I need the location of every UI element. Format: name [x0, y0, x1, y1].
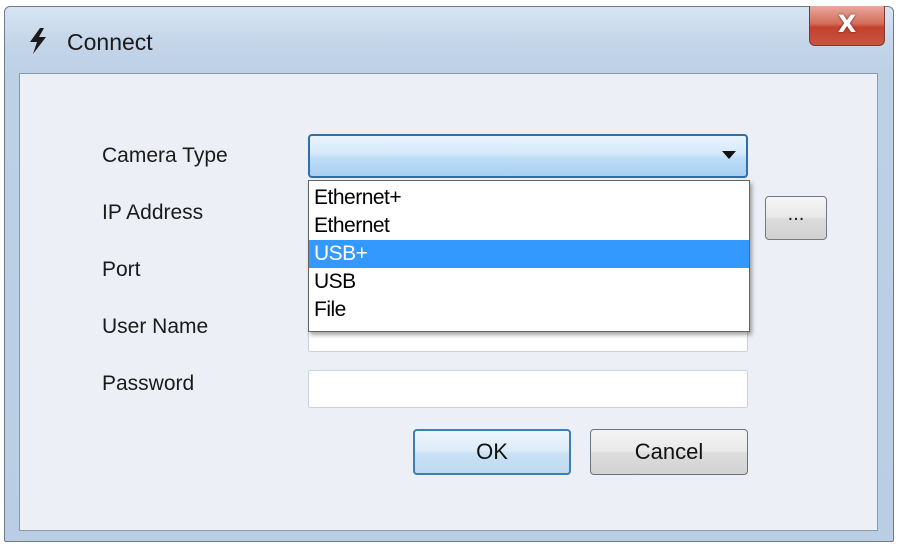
dropdown-option-file[interactable]: File	[309, 296, 749, 324]
lightning-icon	[30, 28, 46, 54]
dropdown-option-usb-plus[interactable]: USB+	[309, 240, 749, 268]
password-field[interactable]	[308, 370, 748, 408]
dropdown-option-ethernet-plus[interactable]: Ethernet+	[309, 184, 749, 212]
port-label: Port	[102, 258, 141, 281]
cancel-button[interactable]: Cancel	[590, 429, 748, 475]
camera-type-select[interactable]	[308, 134, 748, 178]
connect-dialog: Connect X Camera Type IP Address Port Us…	[4, 6, 894, 542]
chevron-down-icon[interactable]	[722, 151, 736, 159]
dropdown-option-usb[interactable]: USB	[309, 268, 749, 296]
dropdown-option-ethernet[interactable]: Ethernet	[309, 212, 749, 240]
browse-button[interactable]: ...	[765, 196, 827, 240]
password-label: Password	[102, 372, 195, 395]
dialog-body: Camera Type IP Address Port User Name Pa…	[19, 73, 878, 531]
user-name-label: User Name	[102, 315, 209, 338]
title-bar[interactable]: Connect X	[5, 6, 893, 73]
camera-type-label: Camera Type	[102, 144, 228, 167]
ip-address-label: IP Address	[102, 201, 204, 224]
close-button[interactable]: X	[809, 6, 885, 46]
browse-label: ...	[787, 203, 805, 225]
camera-type-dropdown-list: Ethernet+ Ethernet USB+ USB File	[308, 180, 750, 332]
window-title: Connect	[67, 29, 153, 55]
ok-button[interactable]: OK	[413, 429, 571, 475]
close-icon: X	[837, 10, 857, 38]
